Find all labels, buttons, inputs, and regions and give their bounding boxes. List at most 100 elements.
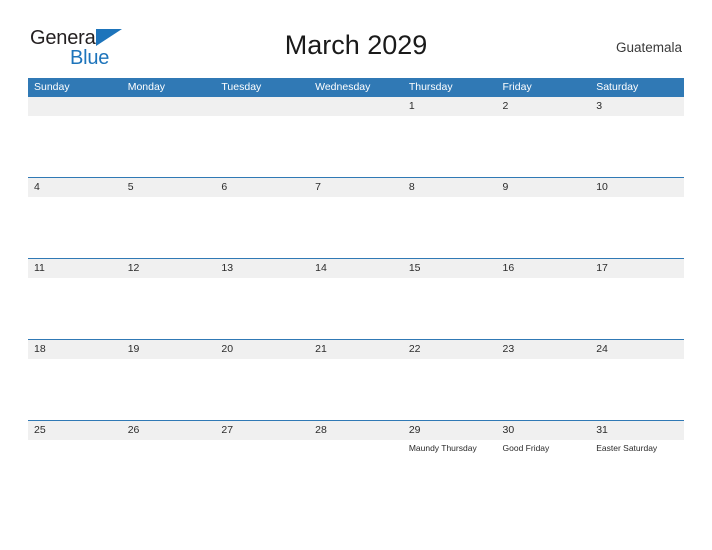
day-band <box>28 178 122 197</box>
day-number: 27 <box>221 424 234 436</box>
day-band <box>215 178 310 197</box>
page-title: March 2029 <box>284 30 428 60</box>
calendar-day-cell[interactable]: 17 <box>590 259 684 339</box>
calendar-day-cell[interactable]: 23 <box>496 340 591 420</box>
day-number: 19 <box>127 343 140 355</box>
calendar-day-cell[interactable]: 14 <box>309 259 403 339</box>
calendar-day-cell[interactable]: 6 <box>215 178 310 258</box>
calendar-day-cell[interactable]: 9 <box>496 178 591 258</box>
calendar-day-cell[interactable]: 4 <box>28 178 122 258</box>
day-band <box>121 178 216 197</box>
day-number: 18 <box>34 343 46 355</box>
day-number: 24 <box>596 343 608 355</box>
weekday-header-friday: Friday <box>502 81 532 93</box>
calendar-day-cell[interactable]: 18 <box>28 340 122 420</box>
day-band <box>496 97 591 116</box>
day-number: 2 <box>502 100 509 112</box>
day-number: 23 <box>502 343 515 355</box>
day-event-label: Good Friday <box>502 443 550 453</box>
day-number: 14 <box>315 262 327 274</box>
calendar-week-row: 18 19 20 21 22 23 24 <box>28 339 684 420</box>
day-number: 29 <box>408 424 421 436</box>
day-band <box>309 97 403 116</box>
day-number: 1 <box>408 100 415 112</box>
day-number: 7 <box>315 181 321 193</box>
day-number: 10 <box>596 181 608 193</box>
calendar-day-cell[interactable]: 22 <box>402 340 497 420</box>
day-events: Good Friday <box>503 440 589 454</box>
calendar-day-cell[interactable]: 28 <box>309 421 403 501</box>
calendar-day-cell[interactable]: 11 <box>28 259 122 339</box>
day-event-label: Easter Saturday <box>596 443 658 453</box>
day-number: 25 <box>34 424 46 436</box>
weekday-header-sunday: Sunday <box>34 81 70 93</box>
day-events: Maundy Thursday <box>409 440 495 454</box>
calendar-day-cell[interactable]: 30 Good Friday <box>496 421 591 501</box>
day-number: 9 <box>502 181 509 193</box>
calendar-day-cell[interactable]: 5 <box>121 178 216 258</box>
calendar-day-cell[interactable]: 13 <box>215 259 310 339</box>
calendar-day-cell[interactable]: 7 <box>309 178 403 258</box>
weekday-header-row: Sunday Monday Tuesday Wednesday Thursday… <box>28 78 684 96</box>
weekday-header-tuesday: Tuesday <box>221 81 262 93</box>
day-band <box>402 97 497 116</box>
calendar-day-cell[interactable]: 27 <box>215 421 310 501</box>
day-band <box>28 97 122 116</box>
day-number: 13 <box>221 262 234 274</box>
day-number: 3 <box>596 100 603 112</box>
calendar-week-row: 11 12 13 14 15 16 17 <box>28 258 684 339</box>
page-header: General Blue March 2029 Guatemala <box>0 0 712 78</box>
calendar-day-cell[interactable]: 21 <box>309 340 403 420</box>
calendar-day-cell[interactable] <box>121 97 216 177</box>
day-band <box>215 97 310 116</box>
calendar-day-cell[interactable] <box>28 97 122 177</box>
calendar-day-cell[interactable]: 16 <box>496 259 591 339</box>
calendar-grid: Sunday Monday Tuesday Wednesday Thursday… <box>28 78 684 501</box>
calendar-day-cell[interactable]: 15 <box>402 259 497 339</box>
calendar-day-cell[interactable]: 3 <box>590 97 684 177</box>
calendar-day-cell[interactable]: 10 <box>590 178 684 258</box>
calendar-day-cell[interactable] <box>309 97 403 177</box>
day-number: 11 <box>34 262 45 274</box>
calendar-week-row: 25 26 27 28 29 Maundy Thursday 30 Good F… <box>28 420 684 501</box>
day-number: 15 <box>408 262 421 274</box>
day-band <box>402 178 497 197</box>
day-number: 16 <box>502 262 515 274</box>
day-number: 4 <box>34 181 40 193</box>
calendar-day-cell[interactable]: 2 <box>496 97 591 177</box>
weekday-header-saturday: Saturday <box>596 81 639 93</box>
calendar-week-row: 1 2 3 <box>28 96 684 177</box>
day-band <box>309 178 403 197</box>
day-number: 30 <box>502 424 515 436</box>
country-label: Guatemala <box>615 40 682 55</box>
calendar-day-cell[interactable]: 19 <box>121 340 216 420</box>
weekday-header-thursday: Thursday <box>408 81 453 93</box>
calendar-day-cell[interactable]: 12 <box>121 259 216 339</box>
day-events: Easter Saturday <box>596 440 682 454</box>
calendar-day-cell[interactable]: 8 <box>402 178 497 258</box>
day-event-label: Maundy Thursday <box>408 443 477 453</box>
day-number: 31 <box>596 424 608 436</box>
calendar-day-cell[interactable]: 31 Easter Saturday <box>590 421 684 501</box>
day-number: 17 <box>596 262 608 274</box>
day-number: 8 <box>408 181 415 193</box>
calendar-day-cell[interactable]: 26 <box>121 421 216 501</box>
weekday-header-wednesday: Wednesday <box>315 81 371 93</box>
day-number: 5 <box>127 181 134 193</box>
day-number: 21 <box>315 343 327 355</box>
calendar-day-cell[interactable]: 29 Maundy Thursday <box>402 421 497 501</box>
day-number: 20 <box>221 343 234 355</box>
calendar-week-row: 4 5 6 7 8 9 10 <box>28 177 684 258</box>
calendar-day-cell[interactable]: 20 <box>215 340 310 420</box>
weekday-header-monday: Monday <box>127 81 166 93</box>
calendar-day-cell[interactable] <box>215 97 310 177</box>
day-number: 12 <box>127 262 140 274</box>
calendar-day-cell[interactable]: 24 <box>590 340 684 420</box>
calendar-day-cell[interactable]: 25 <box>28 421 122 501</box>
day-band <box>590 97 684 116</box>
day-band <box>121 97 216 116</box>
day-number: 26 <box>127 424 140 436</box>
calendar-page: General Blue March 2029 Guatemala Sunday… <box>0 0 712 550</box>
day-number: 22 <box>408 343 421 355</box>
calendar-day-cell[interactable]: 1 <box>402 97 497 177</box>
